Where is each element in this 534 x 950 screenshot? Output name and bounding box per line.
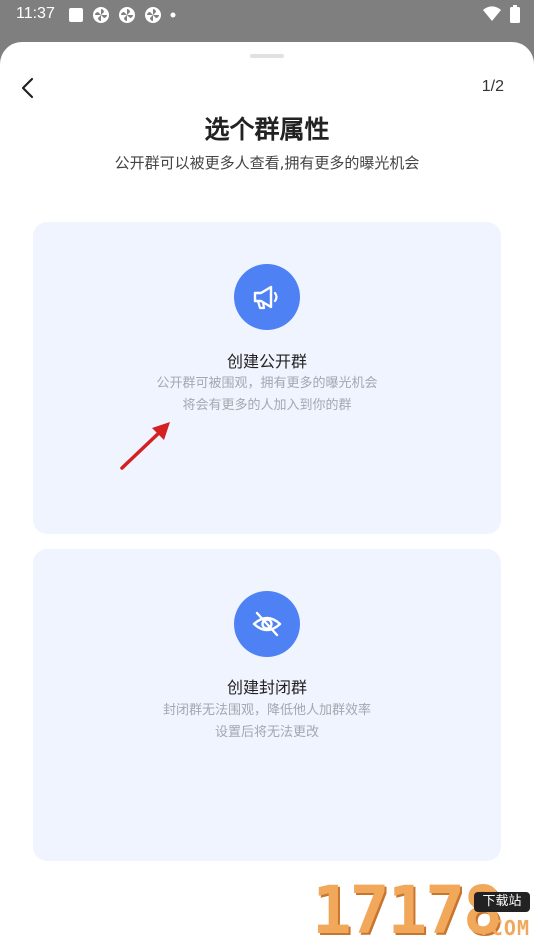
closed-group-description: 封闭群无法围观，降低他人加群效率 设置后将无法更改 <box>33 700 501 744</box>
bottom-sheet: 1/2 选个群属性 公开群可以被更多人查看,拥有更多的曝光机会 创建公开群 公开… <box>0 42 534 950</box>
page-indicator: 1/2 <box>481 78 504 95</box>
wifi-icon <box>483 6 501 22</box>
public-group-description: 公开群可被围观，拥有更多的曝光机会 将会有更多的人加入到你的群 <box>33 373 501 417</box>
closed-group-desc-line1: 封闭群无法围观，降低他人加群效率 <box>162 703 371 718</box>
status-icons-left <box>68 6 176 24</box>
chevron-left-icon <box>21 77 34 99</box>
status-time: 11:37 <box>16 5 55 22</box>
pinwheel-icon <box>119 7 135 23</box>
closed-group-title: 创建封闭群 <box>226 678 307 697</box>
create-closed-group-card[interactable]: 创建封闭群 封闭群无法围观，降低他人加群效率 设置后将无法更改 <box>33 549 501 861</box>
closed-group-desc-line2: 设置后将无法更改 <box>214 725 319 740</box>
back-button[interactable] <box>16 76 40 100</box>
watermark-digits: 17178 <box>312 872 503 949</box>
create-public-group-card[interactable]: 创建公开群 公开群可被围观，拥有更多的曝光机会 将会有更多的人加入到你的群 <box>33 222 501 534</box>
pinwheel-icon <box>145 7 161 23</box>
drag-handle[interactable] <box>250 54 284 58</box>
public-group-desc-line2: 将会有更多的人加入到你的群 <box>182 398 352 413</box>
public-group-desc-line1: 公开群可被围观，拥有更多的曝光机会 <box>156 376 378 391</box>
status-bar: 11:37 <box>0 0 534 30</box>
annotation-arrow-icon <box>120 422 170 470</box>
public-group-icon-badge <box>234 264 300 330</box>
status-icons-right <box>482 5 520 23</box>
public-group-title: 创建公开群 <box>226 352 307 371</box>
closed-group-icon-badge <box>234 591 300 657</box>
megaphone-icon <box>253 285 278 310</box>
dot-icon <box>170 12 176 18</box>
watermark-suffix: .COM <box>477 916 530 940</box>
eye-off-icon <box>252 611 282 637</box>
watermark-badge: 下载站 <box>474 892 530 912</box>
battery-icon <box>510 5 520 23</box>
pinwheel-icon <box>93 7 109 23</box>
page-subtitle: 公开群可以被更多人查看,拥有更多的曝光机会 <box>114 154 420 172</box>
page-title: 选个群属性 <box>204 115 330 144</box>
site-watermark: 17178 下载站 .COM <box>312 866 534 950</box>
app-square-icon <box>69 8 83 22</box>
